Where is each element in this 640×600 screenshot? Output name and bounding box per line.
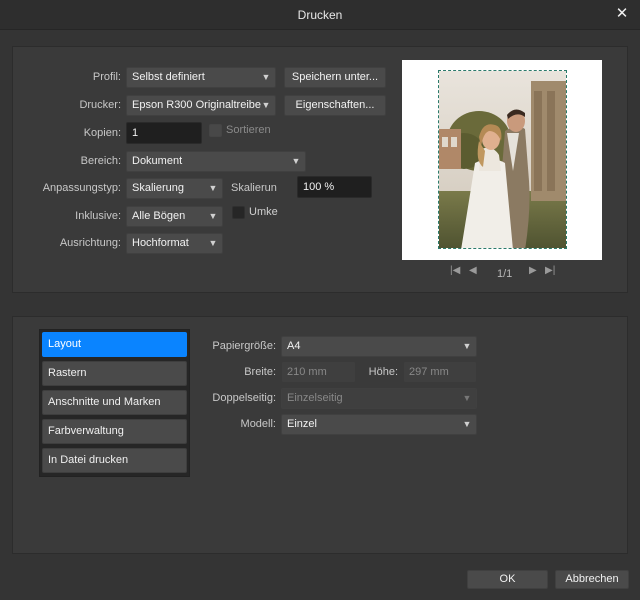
category-item-bleed-marks[interactable]: Anschnitte und Marken [42,390,187,415]
category-item-label: In Datei drucken [48,454,129,466]
category-item-label: Anschnitte und Marken [48,396,161,408]
chevron-down-icon: ▼ [208,211,218,221]
print-preview [402,60,602,260]
duplex-dropdown[interactable]: Einzelseitig ▼ [281,388,477,409]
copies-label: Kopien: [83,127,121,139]
chevron-down-icon: ▼ [208,238,218,248]
properties-button[interactable]: Eigenschaften... [284,95,386,116]
include-value: Alle Bögen [132,210,186,222]
scaling-input[interactable]: 100 % [297,176,372,198]
category-list: Layout Rastern Anschnitte und Marken Far… [39,329,190,477]
page-indicator: 1/1 [497,268,513,280]
height-label: Höhe: [368,366,398,378]
collate-checkbox[interactable] [209,124,222,137]
category-item-layout[interactable]: Layout [42,332,187,357]
paper-size-dropdown[interactable]: A4 ▼ [281,336,477,357]
orientation-label: Ausrichtung: [59,237,121,249]
model-label: Modell: [240,418,276,430]
collate-label: Sortieren [226,124,271,136]
chevron-down-icon: ▼ [462,419,472,429]
paper-size-value: A4 [287,340,301,352]
model-dropdown[interactable]: Einzel ▼ [281,414,477,435]
width-input[interactable]: 210 mm [281,361,356,383]
range-label: Bereich: [80,155,121,167]
printer-dropdown[interactable]: Epson R300 Originaltreiber ▼ [126,95,276,116]
category-item-label: Farbverwaltung [48,425,124,437]
printer-value: Epson R300 Originaltreiber [132,99,265,111]
prev-page-icon[interactable]: ◀ [469,265,477,276]
include-label: Inklusive: [75,210,121,222]
profile-value: Selbst definiert [132,71,205,83]
preview-photo [438,70,567,249]
category-item-color-management[interactable]: Farbverwaltung [42,419,187,444]
chevron-down-icon: ▼ [261,72,271,82]
category-item-rastern[interactable]: Rastern [42,361,187,386]
profile-dropdown[interactable]: Selbst definiert ▼ [126,67,276,88]
duplex-value: Einzelseitig [287,392,343,404]
chevron-down-icon: ▼ [208,183,218,193]
category-item-label: Rastern [48,367,87,379]
reverse-label: Umke [249,206,278,218]
category-item-print-to-file[interactable]: In Datei drucken [42,448,187,473]
height-input[interactable]: 297 mm [403,361,477,383]
printer-label: Drucker: [79,99,121,111]
title-bar: Drucken ✕ [0,0,640,30]
orientation-dropdown[interactable]: Hochformat ▼ [126,233,223,254]
fit-type-value: Skalierung [132,182,184,194]
fit-type-dropdown[interactable]: Skalierung ▼ [126,178,223,199]
range-value: Dokument [132,155,183,167]
chevron-down-icon: ▼ [261,96,271,115]
first-page-icon[interactable]: |◀ [450,265,460,276]
include-dropdown[interactable]: Alle Bögen ▼ [126,206,223,227]
chevron-down-icon: ▼ [291,156,301,166]
paper-size-label: Papiergröße: [212,340,276,352]
category-item-label: Layout [48,338,82,350]
scaling-label: Skalierung [231,182,277,194]
wedding-photo-image [439,71,566,248]
range-dropdown[interactable]: Dokument ▼ [126,151,306,172]
chevron-down-icon: ▼ [462,341,472,351]
duplex-label: Doppelseitig: [212,392,276,404]
cancel-button[interactable]: Abbrechen [555,570,629,589]
chevron-down-icon: ▼ [462,393,472,403]
close-icon[interactable]: ✕ [614,6,630,22]
last-page-icon[interactable]: ▶| [545,265,555,276]
copies-input[interactable]: 1 [126,122,202,144]
width-label: Breite: [244,366,276,378]
next-page-icon[interactable]: ▶ [529,265,537,276]
save-as-button[interactable]: Speichern unter... [284,67,386,88]
profile-label: Profil: [92,71,121,83]
window-title: Drucken [297,8,343,22]
reverse-checkbox[interactable] [232,206,245,219]
fit-type-label: Anpassungstyp: [42,182,121,194]
model-value: Einzel [287,418,317,430]
ok-button[interactable]: OK [467,570,548,589]
orientation-value: Hochformat [132,237,189,249]
